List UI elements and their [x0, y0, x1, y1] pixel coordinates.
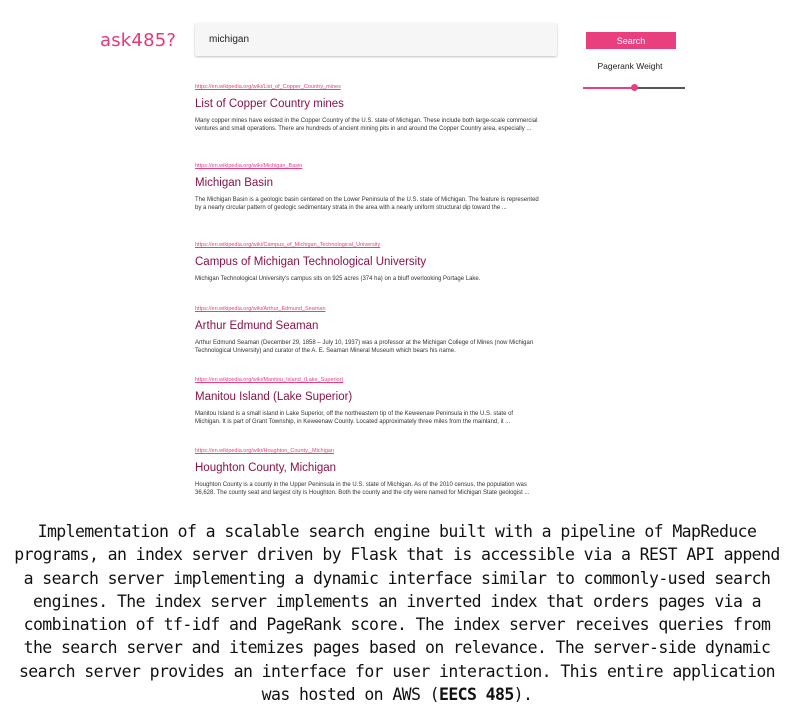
- result-title[interactable]: Campus of Michigan Technological Univers…: [195, 256, 540, 268]
- result-summary: Michigan Technological University's camp…: [195, 276, 481, 282]
- course-code: EECS 485: [439, 685, 514, 705]
- result-title[interactable]: Michigan Basin: [195, 177, 540, 189]
- pagerank-weight-slider[interactable]: [583, 82, 685, 94]
- result-summary: Many copper mines have existed in the Co…: [195, 118, 538, 132]
- result-url[interactable]: https://en.wikipedia.org/wiki/Michigan_B…: [195, 163, 540, 169]
- result-title[interactable]: List of Copper Country mines: [195, 98, 540, 110]
- results-list: https://en.wikipedia.org/wiki/List_of_Co…: [195, 84, 540, 497]
- search-button[interactable]: Search: [586, 32, 676, 49]
- result-title[interactable]: Arthur Edmund Seaman: [195, 320, 540, 332]
- result-url[interactable]: https://en.wikipedia.org/wiki/Manitou_Is…: [195, 377, 540, 383]
- pagerank-weight-label: Pagerank Weight: [597, 61, 663, 71]
- slider-fill: [583, 87, 634, 89]
- result-item: https://en.wikipedia.org/wiki/Arthur_Edm…: [195, 306, 540, 377]
- project-description: Implementation of a scalable search engi…: [6, 520, 788, 706]
- result-title[interactable]: Manitou Island (Lake Superior): [195, 391, 540, 403]
- description-end: ).: [513, 685, 533, 705]
- result-url[interactable]: https://en.wikipedia.org/wiki/Campus_of_…: [195, 242, 540, 248]
- search-box[interactable]: [195, 23, 557, 56]
- app-logo[interactable]: ask485?: [100, 30, 176, 51]
- result-title[interactable]: Houghton County, Michigan: [195, 462, 540, 474]
- description-text: Implementation of a scalable search engi…: [14, 522, 780, 705]
- result-summary: Houghton County is a county in the Upper…: [195, 482, 530, 496]
- result-item: https://en.wikipedia.org/wiki/Michigan_B…: [195, 163, 540, 242]
- search-input[interactable]: [195, 23, 557, 56]
- result-summary: The Michigan Basin is a geologic basin c…: [195, 197, 539, 211]
- result-item: https://en.wikipedia.org/wiki/Houghton_C…: [195, 448, 540, 497]
- result-url[interactable]: https://en.wikipedia.org/wiki/Arthur_Edm…: [195, 306, 540, 312]
- result-item: https://en.wikipedia.org/wiki/Manitou_Is…: [195, 377, 540, 448]
- result-url[interactable]: https://en.wikipedia.org/wiki/List_of_Co…: [195, 84, 540, 90]
- result-item: https://en.wikipedia.org/wiki/List_of_Co…: [195, 84, 540, 163]
- result-summary: Manitou Island is a small island in Lake…: [195, 411, 514, 425]
- result-summary: Arthur Edmund Seaman (December 29, 1858 …: [195, 340, 534, 354]
- result-item: https://en.wikipedia.org/wiki/Campus_of_…: [195, 242, 540, 306]
- slider-thumb[interactable]: [630, 84, 638, 91]
- result-url[interactable]: https://en.wikipedia.org/wiki/Houghton_C…: [195, 448, 540, 454]
